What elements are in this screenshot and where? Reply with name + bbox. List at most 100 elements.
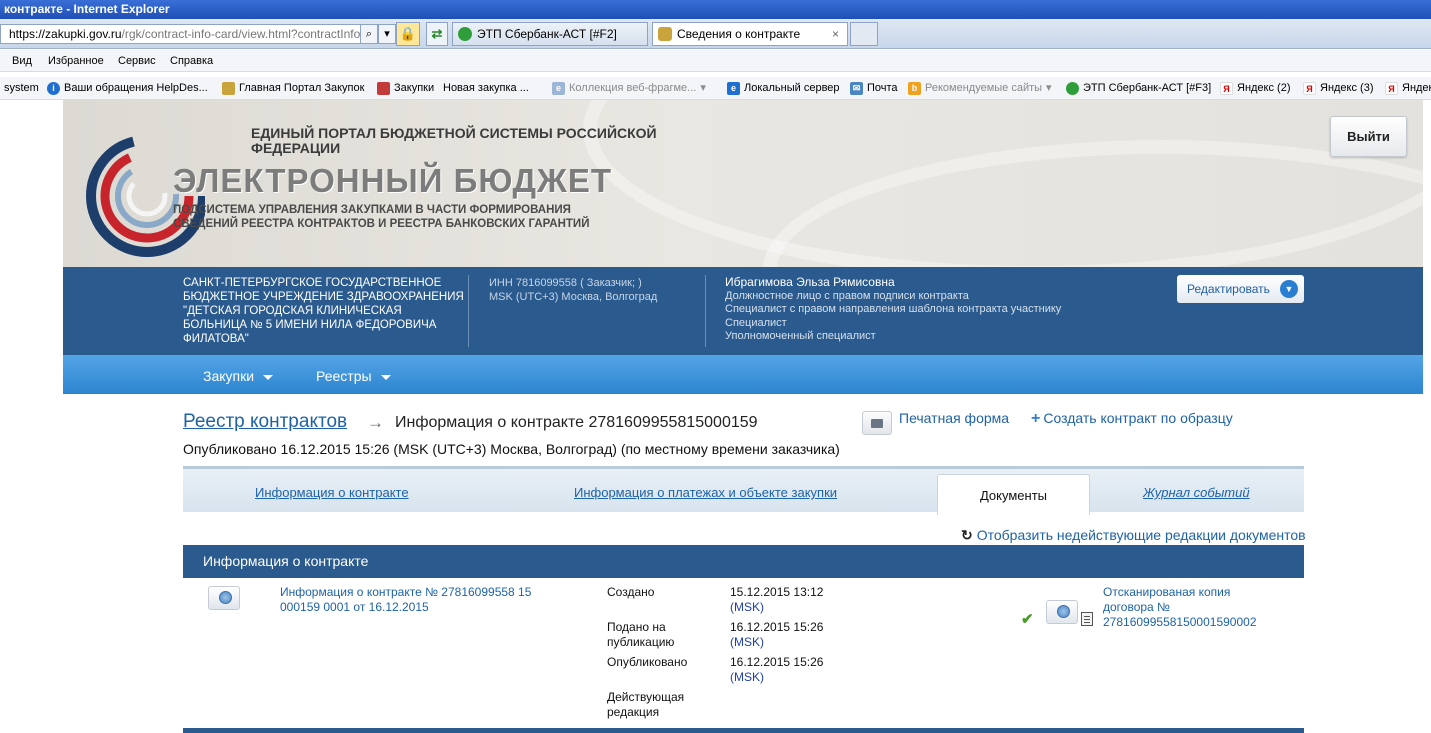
main-nav: Закупки Реестры — [63, 355, 1423, 394]
address-dropdown-icon[interactable]: ▾ — [378, 24, 396, 44]
chevron-down-icon: ▾ — [1046, 82, 1052, 94]
submitted-label: Подано на публикацию — [607, 620, 675, 649]
created-value: 15.12.2015 13:12 (MSK) — [730, 585, 824, 614]
address-input[interactable]: https://zakupki.gov.ru/rgk/contract-info… — [0, 24, 378, 44]
fav-suggested-sites[interactable]: b Рекомендуемые сайты ▾ — [908, 77, 1052, 100]
tab-documents[interactable]: Документы — [937, 474, 1090, 515]
section-header: Информация о контракте — [183, 545, 1304, 578]
published-label: Опубликовано — [607, 655, 688, 669]
checkmark-icon: ✔ — [1021, 611, 1034, 628]
next-section-header — [183, 728, 1304, 733]
menu-bar: Вид Избранное Сервис Справка — [0, 50, 1431, 72]
menu-tools[interactable]: Сервис — [118, 50, 156, 72]
fav-new-purchase[interactable]: Новая закупка ... — [443, 77, 529, 100]
nav-purchases[interactable]: Закупки — [203, 355, 274, 397]
menu-favorites[interactable]: Избранное — [48, 50, 104, 72]
printer-icon[interactable] — [862, 411, 892, 435]
menu-help[interactable]: Справка — [170, 50, 213, 72]
organization-inn: ИНН 7816099558 ( Заказчик; ) MSK (UTC+3)… — [489, 277, 658, 303]
user-name: Ибрагимова Эльза Рямисовна — [725, 275, 895, 289]
tab-close-icon[interactable]: × — [832, 23, 839, 45]
fav-zakupki-main[interactable]: Главная Портал Закупок — [222, 77, 364, 100]
published-info: Опубликовано 16.12.2015 15:26 (MSK (UTC+… — [183, 441, 840, 457]
address-search-icon[interactable]: ⌕ — [360, 24, 378, 44]
user-role: Должностное лицо с правом подписи контра… — [725, 289, 969, 302]
submitted-value: 16.12.2015 15:26 (MSK) — [730, 620, 824, 649]
nav-registries[interactable]: Реестры — [316, 355, 391, 397]
ie-icon: e — [552, 82, 565, 95]
ie-icon: e — [727, 82, 740, 95]
new-tab-button[interactable] — [850, 22, 878, 46]
contract-info-doc-link[interactable]: Информация о контракте № 27816099558 15 … — [280, 585, 550, 615]
tab-contract-info[interactable]: Информация о контракте — [255, 485, 409, 500]
fav-yandex[interactable]: Я Яндек — [1385, 77, 1431, 100]
tab-etp-sberbank[interactable]: ЭТП Сбербанк-АСТ [#F2] — [452, 22, 648, 46]
yandex-icon: Я — [1220, 82, 1233, 95]
tab-event-journal[interactable]: Журнал событий — [1143, 485, 1250, 500]
lock-icon[interactable]: 🔒 — [396, 22, 420, 46]
caret-down-icon — [380, 374, 391, 380]
show-inactive-link[interactable]: ↻ Отобразить недействующие редакции докум… — [961, 527, 1306, 544]
menu-view[interactable]: Вид — [12, 50, 32, 72]
tab-contract-info[interactable]: Сведения о контракте × — [652, 22, 848, 46]
info-icon: i — [47, 82, 60, 95]
user-role: Уполномоченный специалист — [725, 330, 876, 342]
document-icon[interactable] — [1081, 612, 1093, 626]
fav-system[interactable]: system — [4, 77, 39, 100]
created-label: Создано — [607, 585, 655, 599]
divider — [468, 275, 469, 347]
breadcrumb-registry-link[interactable]: Реестр контрактов — [183, 411, 347, 433]
yandex-icon: Я — [1385, 82, 1398, 95]
organization-bar: Санкт-Петербургское государственное бюдж… — [63, 267, 1423, 355]
window-title: контракте - Internet Explorer — [4, 2, 170, 16]
portal-banner: ЕДИНЫЙ ПОРТАЛ БЮДЖЕТНОЙ СИСТЕМЫ РОССИЙСК… — [63, 100, 1423, 267]
chevron-down-icon: ▾ — [700, 82, 706, 94]
reload-icon: ↻ — [961, 527, 973, 543]
fav-yandex-2[interactable]: Я Яндекс (2) — [1220, 77, 1291, 100]
arrow-right-icon: → — [367, 413, 384, 432]
bing-icon: b — [908, 82, 921, 95]
fav-mail[interactable]: ✉ Почта — [850, 77, 898, 100]
sberbank-icon — [1066, 82, 1079, 95]
scanned-copy-link[interactable]: Отсканированая копия договора № 27816099… — [1103, 585, 1273, 630]
edit-button[interactable]: Редактировать ▼ — [1177, 275, 1304, 303]
logout-button[interactable]: Выйти — [1330, 116, 1407, 157]
address-bar-row: https://zakupki.gov.ru/rgk/contract-info… — [0, 19, 1431, 49]
fav-web-slices[interactable]: e Коллекция веб-фрагме... ▾ — [552, 77, 706, 100]
brand-sub: ПОДСИСТЕМА УПРАВЛЕНИЯ ЗАКУПКАМИ В ЧАСТИ … — [173, 204, 590, 230]
fav-local-server[interactable]: e Локальный сервер — [727, 77, 840, 100]
window-title-bar: контракте - Internet Explorer — [0, 0, 1431, 19]
page-title: Информация о контракте 27816099558150001… — [395, 414, 758, 431]
create-from-template-link[interactable]: + Создать контракт по образцу — [1031, 410, 1233, 428]
print-form-link[interactable]: Печатная форма — [899, 410, 1009, 426]
fav-helpdesk[interactable]: i Ваши обращения HelpDes... — [47, 77, 208, 100]
current-edition-label: Действующая редакция — [607, 690, 685, 719]
user-role: Специалист с правом направления шаблона … — [725, 303, 1062, 315]
sberbank-icon — [458, 27, 472, 41]
organization-name: Санкт-Петербургское государственное бюдж… — [183, 277, 464, 345]
divider — [705, 275, 706, 347]
brand-top: ЕДИНЫЙ ПОРТАЛ БЮДЖЕТНОЙ СИСТЕМЫ РОССИЙСК… — [251, 125, 657, 156]
plus-icon: + — [1031, 410, 1041, 427]
page-tabs: Информация о контракте Информация о плат… — [183, 466, 1304, 515]
fav-zakupki[interactable]: Закупки — [377, 77, 434, 100]
chevron-down-icon: ▼ — [1280, 280, 1298, 298]
emblem-icon — [658, 27, 672, 41]
yandex-icon: Я — [1303, 82, 1316, 95]
refresh-icon[interactable]: ⇄ — [426, 22, 448, 46]
fav-yandex-3[interactable]: Я Яндекс (3) — [1303, 77, 1374, 100]
brand-main: ЭЛЕКТРОННЫЙ БЮДЖЕТ — [173, 162, 613, 199]
user-role: Специалист — [725, 316, 787, 329]
certificate-icon[interactable] — [208, 586, 240, 610]
published-value: 16.12.2015 15:26 (MSK) — [730, 655, 824, 684]
mail-icon: ✉ — [850, 82, 863, 95]
user-info: Ибрагимова Эльза Рямисовна Должностное л… — [725, 275, 1062, 344]
certificate-icon[interactable] — [1046, 600, 1078, 624]
emblem-icon — [222, 82, 235, 95]
caret-down-icon — [263, 374, 274, 380]
page-content: ЕДИНЫЙ ПОРТАЛ БЮДЖЕТНОЙ СИСТЕМЫ РОССИЙСК… — [63, 100, 1423, 733]
fav-etp-sberbank-f3[interactable]: ЭТП Сбербанк-АСТ [#F3] — [1066, 77, 1211, 100]
tools-icon — [377, 82, 390, 95]
tab-payments[interactable]: Информация о платежах и объекте закупки — [574, 485, 837, 500]
favorites-bar: system i Ваши обращения HelpDes... Главна… — [0, 77, 1431, 100]
